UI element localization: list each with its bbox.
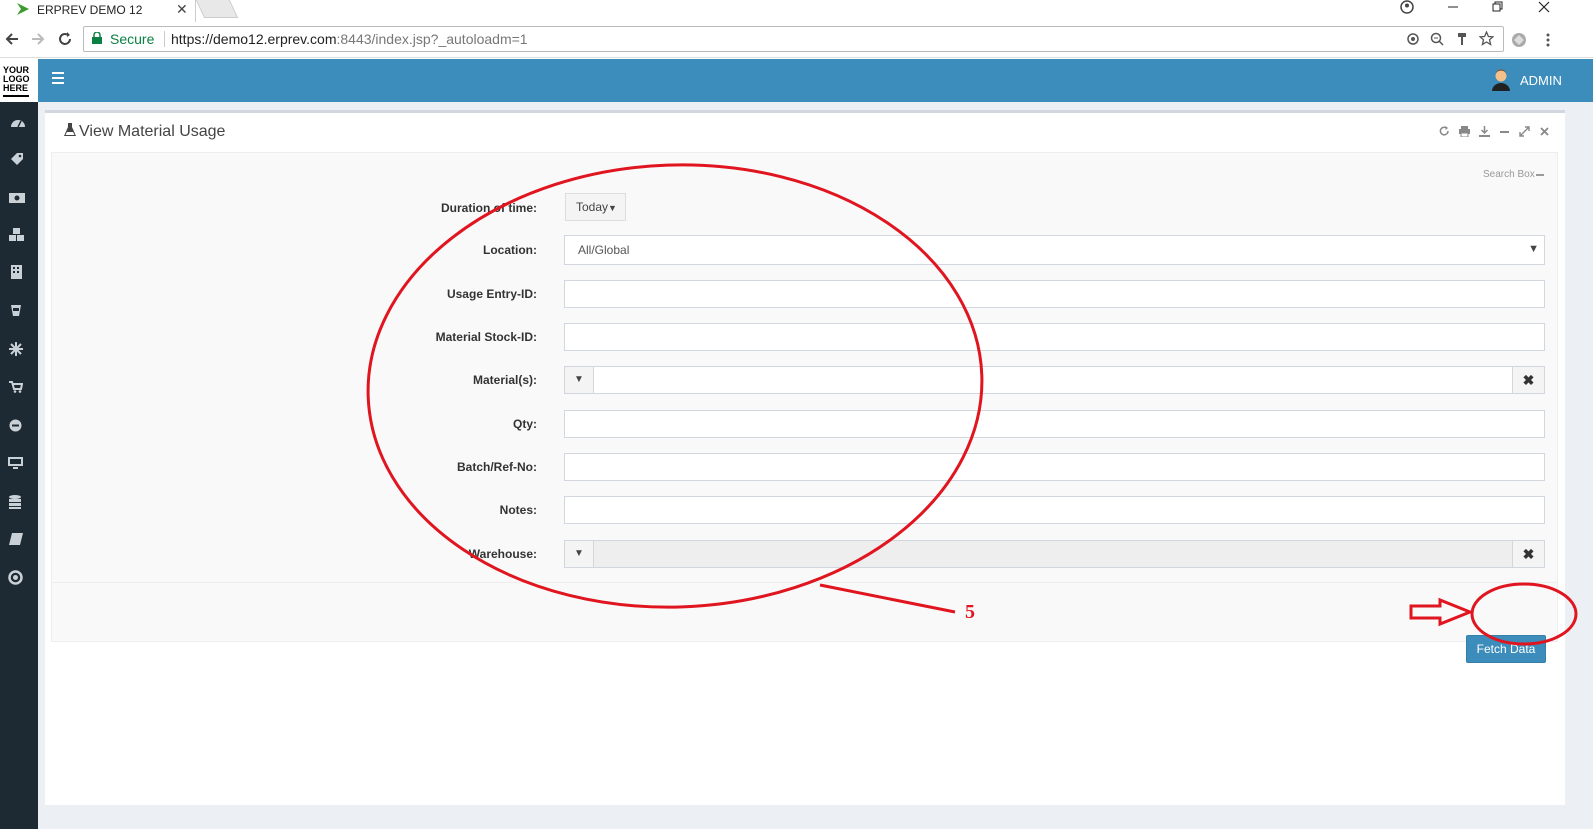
- materials-clear-icon[interactable]: ✖: [1512, 366, 1545, 394]
- close-panel-icon[interactable]: [1539, 126, 1550, 137]
- materials-input[interactable]: [593, 366, 1513, 394]
- warehouse-label: Warehouse:: [468, 547, 537, 561]
- forward-icon[interactable]: [30, 31, 46, 47]
- warehouse-clear-icon[interactable]: ✖: [1512, 540, 1545, 568]
- search-form: Search Box Duration of time: Today▼ Loca…: [51, 152, 1558, 663]
- browser-menu-icon[interactable]: [1545, 32, 1551, 48]
- refresh-icon[interactable]: [1439, 126, 1450, 137]
- logo[interactable]: YOUR LOGO HERE: [0, 59, 38, 102]
- back-icon[interactable]: [4, 31, 20, 47]
- download-icon[interactable]: [1479, 126, 1490, 137]
- database-icon[interactable]: [9, 495, 21, 509]
- page-title: View Material Usage: [64, 123, 225, 141]
- browser-toolbar: Secure https://demo12.erprev.com:8443/in…: [0, 22, 1593, 58]
- tab-close-icon[interactable]: ✕: [176, 1, 188, 18]
- address-bar[interactable]: Secure https://demo12.erprev.com:8443/in…: [83, 26, 1504, 52]
- profile-icon[interactable]: [1387, 0, 1427, 18]
- address-separator: [164, 31, 165, 47]
- warehouse-input[interactable]: [593, 540, 1513, 568]
- view-material-usage-panel: View Material Usage Search Box Duration …: [45, 110, 1565, 805]
- qty-input[interactable]: [564, 410, 1545, 438]
- snowflake-icon[interactable]: [9, 342, 23, 356]
- collapse-icon[interactable]: [1499, 126, 1510, 137]
- extension-icon[interactable]: [1510, 31, 1528, 49]
- desktop-icon[interactable]: [8, 457, 23, 470]
- form-divider: [52, 582, 1557, 583]
- key-icon[interactable]: [1456, 32, 1468, 46]
- hamburger-menu-icon[interactable]: [52, 72, 64, 87]
- duration-label: Duration of time:: [441, 201, 537, 215]
- select-arrow-icon: ▼: [1528, 243, 1539, 255]
- material-stock-id-input[interactable]: [564, 323, 1545, 351]
- flask-icon: [64, 123, 76, 136]
- tab-title: ERPREV DEMO 12: [37, 3, 143, 17]
- reload-icon[interactable]: [57, 31, 73, 47]
- caret-down-icon: ▼: [608, 203, 617, 213]
- building-icon[interactable]: [11, 265, 22, 279]
- usage-entry-id-label: Usage Entry-ID:: [446, 287, 537, 301]
- materials-label: Material(s):: [472, 373, 537, 387]
- warehouse-dropdown-button[interactable]: ▼: [564, 540, 594, 568]
- browser-tab[interactable]: ERPREV DEMO 12 ✕: [0, 0, 196, 22]
- book-icon[interactable]: [9, 533, 23, 545]
- fetch-data-button[interactable]: Fetch Data: [1466, 635, 1546, 663]
- materials-dropdown-button[interactable]: ▼: [564, 366, 594, 394]
- dashboard-icon[interactable]: [10, 116, 26, 128]
- erprev-favicon-icon: [17, 3, 29, 15]
- qty-label: Qty:: [513, 417, 537, 431]
- zoom-icon[interactable]: [1430, 32, 1444, 46]
- main-content: View Material Usage Search Box Duration …: [38, 102, 1593, 829]
- location-select[interactable]: All/Global ▼: [564, 235, 1545, 265]
- location-target-icon[interactable]: [1406, 32, 1420, 46]
- bookmark-star-icon[interactable]: [1479, 31, 1494, 46]
- user-name[interactable]: ADMIN: [1520, 73, 1562, 88]
- location-label: Location:: [483, 243, 537, 257]
- url-text[interactable]: https://demo12.erprev.com:8443/index.jsp…: [171, 31, 528, 47]
- new-tab-button[interactable]: [195, 0, 239, 18]
- notes-input[interactable]: [564, 496, 1545, 524]
- avatar[interactable]: [1491, 69, 1511, 91]
- window-close-icon[interactable]: [1524, 0, 1564, 18]
- cup-icon[interactable]: [10, 304, 22, 317]
- restore-icon[interactable]: [1478, 0, 1518, 18]
- batch-ref-no-label: Batch/Ref-No:: [457, 460, 537, 474]
- duration-dropdown[interactable]: Today▼: [565, 193, 626, 221]
- circle-icon[interactable]: [9, 419, 22, 432]
- cart-icon[interactable]: [9, 381, 23, 393]
- lifebuoy-icon[interactable]: [8, 570, 23, 585]
- print-icon[interactable]: [1459, 126, 1470, 137]
- browser-tab-bar: ERPREV DEMO 12 ✕: [0, 0, 1593, 22]
- expand-icon[interactable]: [1519, 126, 1530, 137]
- secure-label: Secure: [110, 31, 155, 47]
- cubes-icon[interactable]: [9, 228, 25, 242]
- batch-ref-no-input[interactable]: [564, 453, 1545, 481]
- search-box-label[interactable]: Search Box: [1483, 169, 1544, 180]
- app-header: ADMIN: [38, 59, 1593, 102]
- material-stock-id-label: Material Stock-ID:: [435, 330, 537, 344]
- lock-icon: [92, 32, 102, 44]
- sidebar: YOUR LOGO HERE: [0, 59, 38, 829]
- usage-entry-id-input[interactable]: [564, 280, 1545, 308]
- money-icon[interactable]: [9, 193, 25, 203]
- minimize-icon[interactable]: [1433, 0, 1473, 18]
- tag-icon[interactable]: [10, 152, 24, 166]
- notes-label: Notes:: [499, 503, 537, 517]
